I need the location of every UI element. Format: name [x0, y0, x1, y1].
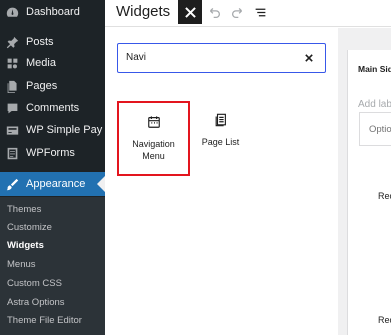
appearance-icon: [5, 177, 19, 191]
submenu-item-custom-css[interactable]: Custom CSS: [7, 275, 62, 293]
appearance-submenu: Themes Customize Widgets Menus Custom CS…: [0, 197, 105, 335]
media-icon: [5, 56, 19, 70]
sidebar-item-label: Dashboard: [26, 6, 80, 18]
pages-icon: [5, 79, 19, 93]
sidebar-item-wpforms[interactable]: WPForms: [0, 141, 105, 165]
sidebar-item-comments[interactable]: Comments: [0, 96, 105, 120]
clear-search-icon[interactable]: [303, 52, 314, 63]
admin-sidebar: Dashboard Posts Media Pages Comments WP …: [0, 0, 105, 335]
sidebar-item-wp-simple-pay[interactable]: WP Simple Pay: [0, 118, 105, 142]
list-view-icon: [255, 8, 265, 16]
page-list-icon: [213, 112, 229, 128]
widget-area-panel: Main Sid Add lab Optio Rec Rec A W: [338, 28, 391, 335]
comment-icon: [5, 101, 19, 115]
simple-pay-icon: [5, 123, 19, 137]
undo-icon: [209, 7, 220, 18]
submenu-item-themes[interactable]: Themes: [7, 201, 41, 219]
widget-area-card: Main Sid Add lab Optio Rec Rec A W: [347, 50, 391, 335]
app-window: Dashboard Posts Media Pages Comments WP …: [0, 0, 391, 335]
page-title: Widgets: [116, 3, 171, 20]
sidebar-item-media[interactable]: Media: [0, 51, 105, 75]
widget-area-heading: Main Sid: [358, 64, 391, 74]
block-navigation-menu[interactable]: Navigation Menu: [117, 101, 190, 176]
redo-button[interactable]: [229, 4, 245, 20]
undo-button[interactable]: [206, 4, 222, 20]
block-search-box: [117, 43, 326, 73]
sidebar-item-label: Pages: [26, 80, 58, 92]
block-inserter-panel: Navigation Menu Page List: [105, 28, 338, 335]
sidebar-item-label: WP Simple Pay: [26, 124, 103, 136]
option-box[interactable]: Optio: [359, 112, 391, 146]
sidebar-item-appearance[interactable]: Appearance: [0, 172, 105, 196]
submenu-item-customize[interactable]: Customize: [7, 219, 52, 237]
recent-text-2: Rec: [378, 315, 391, 325]
submenu-item-menus[interactable]: Menus: [7, 256, 36, 274]
block-label: Page List: [201, 137, 240, 147]
sidebar-item-dashboard[interactable]: Dashboard: [0, 0, 105, 24]
sidebar-item-label: Appearance: [26, 178, 86, 190]
submenu-item-theme-file-editor[interactable]: Theme File Editor: [7, 312, 82, 330]
submenu-item-widgets[interactable]: Widgets: [7, 237, 44, 255]
editor-header: Widgets: [105, 0, 391, 27]
pin-icon: [5, 35, 19, 49]
block-search-input[interactable]: [126, 44, 286, 71]
wpforms-icon: [5, 146, 19, 160]
redo-icon: [231, 7, 242, 18]
add-label-placeholder[interactable]: Add lab: [358, 99, 391, 110]
submenu-item-astra-options[interactable]: Astra Options: [7, 294, 65, 312]
sidebar-item-label: Media: [26, 57, 56, 69]
sidebar-item-label: Posts: [26, 36, 54, 48]
dashboard-icon: [5, 5, 19, 19]
close-inserter-button[interactable]: [178, 0, 202, 24]
sidebar-item-label: Comments: [26, 102, 80, 114]
sidebar-item-pages[interactable]: Pages: [0, 74, 105, 98]
close-icon: [184, 6, 196, 18]
option-label: Optio: [369, 124, 391, 135]
sidebar-item-label: WPForms: [26, 147, 75, 159]
calendar-icon: [146, 114, 162, 130]
block-label: Navigation Menu: [132, 139, 175, 161]
list-view-button[interactable]: [252, 4, 268, 20]
block-page-list[interactable]: Page List: [184, 101, 257, 176]
recent-text-1: Rec: [378, 191, 391, 201]
